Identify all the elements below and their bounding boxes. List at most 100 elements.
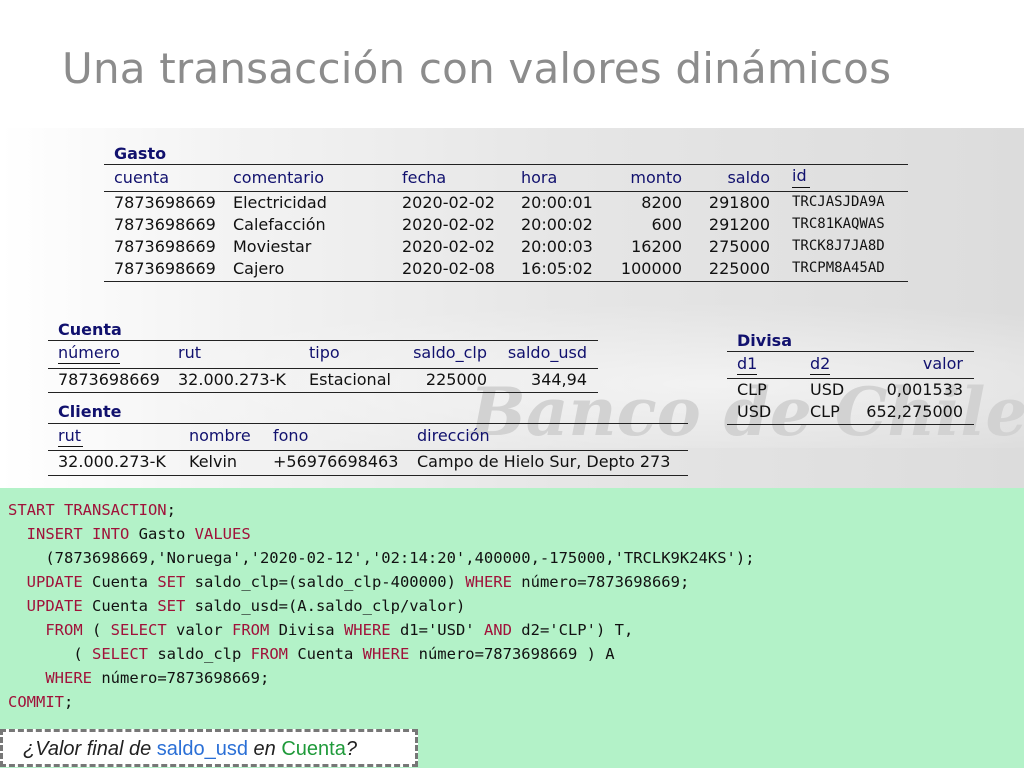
sql-code-block: START TRANSACTION; INSERT INTO Gasto VAL… xyxy=(0,488,1024,768)
code-line: UPDATE Cuenta SET saldo_clp=(saldo_clp-4… xyxy=(8,570,755,594)
divisa-cell: 0,001533 xyxy=(886,380,963,399)
gasto-cell: Calefacción xyxy=(233,215,326,234)
sql-keyword: WHERE xyxy=(45,669,92,687)
gasto-cell: 275000 xyxy=(708,237,770,256)
gasto-cell: Electricidad xyxy=(233,193,327,212)
gasto-bottom-rule xyxy=(104,281,908,283)
question-text: ¿Valor final de saldo_usd en Cuenta? xyxy=(23,738,357,761)
cliente-top-rule xyxy=(48,423,688,425)
divisa-cell: USD xyxy=(737,402,772,421)
cuenta-bottom-rule xyxy=(48,392,598,394)
sql-keyword: WHERE xyxy=(465,573,512,591)
sql-keyword: WHERE xyxy=(362,645,410,663)
sql-text: saldo_clp xyxy=(148,645,251,663)
cuenta-cell: 344,94 xyxy=(531,370,587,389)
cuenta-header-saldo-clp: saldo_clp xyxy=(413,343,487,362)
cliente-header-rut: rut xyxy=(58,426,81,445)
sql-text: Divisa xyxy=(269,621,344,639)
cuenta-header-rut: rut xyxy=(178,343,201,362)
gasto-cell: 20:00:01 xyxy=(521,193,593,212)
question-attribute: saldo_usd xyxy=(156,738,248,760)
cuenta-cell: Estacional xyxy=(309,370,391,389)
gasto-header-hora: hora xyxy=(521,168,558,187)
divisa-d2-underline xyxy=(810,374,830,376)
cliente-header-direccion: dirección xyxy=(417,426,490,445)
gasto-cell: TRCPM8A45AD xyxy=(792,260,885,276)
sql-keyword: SET xyxy=(157,573,186,591)
gasto-header-id: id xyxy=(792,166,807,185)
cliente-cell: +56976698463 xyxy=(273,452,399,471)
cuenta-cell: 7873698669 xyxy=(58,370,160,389)
divisa-bottom-rule xyxy=(727,424,974,426)
cuenta-cell: 32.000.273-K xyxy=(178,370,286,389)
sql-text: saldo_usd=(A.saldo_clp/valor) xyxy=(185,597,466,615)
code-line: WHERE número=7873698669; xyxy=(8,666,755,690)
gasto-header-monto: monto xyxy=(630,168,682,187)
code-line: (7873698669,'Noruega','2020-02-12','02:1… xyxy=(8,546,755,570)
gasto-cell: 225000 xyxy=(708,259,770,278)
sql-keyword: FROM xyxy=(231,621,270,639)
divisa-caption: Divisa xyxy=(737,331,792,350)
sql-text: valor xyxy=(166,621,232,639)
gasto-cell: 2020-02-02 xyxy=(402,193,495,212)
gasto-cell: TRCJASJDA9A xyxy=(792,194,885,210)
gasto-cell: Moviestar xyxy=(233,237,312,256)
gasto-cell: 7873698669 xyxy=(114,259,216,278)
sql-keyword: FROM xyxy=(250,645,288,663)
sql-text: Cuenta xyxy=(287,645,363,663)
sql-keyword: SET xyxy=(157,597,186,615)
gasto-header-cuenta: cuenta xyxy=(114,168,169,187)
question-box: ¿Valor final de saldo_usd en Cuenta? xyxy=(0,729,418,767)
sql-keyword: UPDATE xyxy=(26,597,83,615)
divisa-cell: 652,275000 xyxy=(866,402,963,421)
sql-keyword: VALUES xyxy=(194,525,251,543)
gasto-cell: 7873698669 xyxy=(114,215,216,234)
gasto-cell: 291800 xyxy=(708,193,770,212)
cuenta-header-saldo-usd: saldo_usd xyxy=(507,343,587,362)
cliente-header-fono: fono xyxy=(273,426,309,445)
gasto-cell: 100000 xyxy=(620,259,682,278)
gasto-cell: 2020-02-08 xyxy=(402,259,495,278)
gasto-cell: 291200 xyxy=(708,215,770,234)
sql-keyword: AND xyxy=(483,621,512,639)
gasto-cell: 16200 xyxy=(631,237,682,256)
sql-keyword: INSERT INTO xyxy=(26,525,130,543)
sql-keyword: FROM xyxy=(45,621,83,639)
cuenta-cell: 225000 xyxy=(425,370,487,389)
cliente-bottom-rule xyxy=(48,475,688,477)
sql-code: START TRANSACTION; INSERT INTO Gasto VAL… xyxy=(8,498,755,714)
cuenta-numero-underline xyxy=(58,363,120,365)
cliente-header-nombre: nombre xyxy=(189,426,251,445)
gasto-cell: 7873698669 xyxy=(114,193,216,212)
code-line: COMMIT; xyxy=(8,690,755,714)
divisa-d1-underline xyxy=(737,374,757,376)
gasto-cell: TRC81KAQWAS xyxy=(792,216,885,232)
code-line: ( SELECT saldo_clp FROM Cuenta WHERE núm… xyxy=(8,642,755,666)
gasto-cell: 20:00:03 xyxy=(521,237,593,256)
gasto-caption: Gasto xyxy=(114,144,167,163)
sql-keyword: SELECT xyxy=(92,645,148,663)
gasto-top-rule xyxy=(104,164,908,166)
sql-keyword: WHERE xyxy=(343,621,391,639)
gasto-cell: 600 xyxy=(651,215,682,234)
gasto-cell: TRCK8J7JA8D xyxy=(792,238,885,254)
divisa-header-valor: valor xyxy=(922,354,963,373)
question-prefix: ¿Valor final de xyxy=(23,738,157,760)
sql-text: d1='USD' xyxy=(390,621,484,639)
gasto-cell: 16:05:02 xyxy=(521,259,593,278)
sql-text: ( xyxy=(82,621,111,639)
gasto-cell: 2020-02-02 xyxy=(402,215,495,234)
cliente-cell: Campo de Hielo Sur, Depto 273 xyxy=(417,452,671,471)
gasto-header-fecha: fecha xyxy=(402,168,447,187)
sql-keyword: START TRANSACTION xyxy=(8,501,167,519)
slide-title: Una transacción con valores dinámicos xyxy=(62,44,892,93)
cliente-rut-underline xyxy=(58,446,83,448)
question-suffix: ? xyxy=(345,738,357,760)
sql-text: Cuenta xyxy=(82,597,158,615)
sql-text: (7873698669,'Noruega','2020-02-12','02:1… xyxy=(8,549,755,567)
sql-keyword: UPDATE xyxy=(26,573,83,591)
